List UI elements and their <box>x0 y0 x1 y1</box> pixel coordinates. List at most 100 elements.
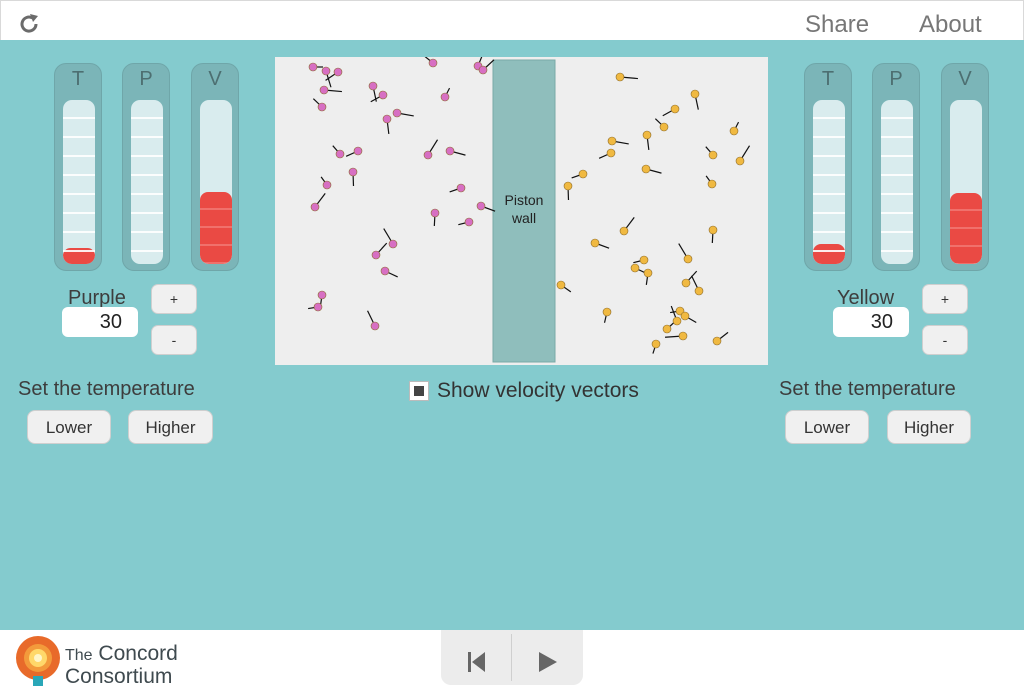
yellow-molecule <box>563 181 573 191</box>
yellow-molecule <box>662 324 672 334</box>
yellow-molecule <box>630 263 640 273</box>
yellow-molecule <box>735 156 745 166</box>
yellow-molecule <box>681 278 691 288</box>
share-link[interactable]: Share <box>805 11 869 39</box>
logo-text-line3: Consortium <box>65 665 173 688</box>
yellow-molecule <box>678 331 688 341</box>
purple-molecule <box>348 167 358 177</box>
piston-label-line2: wall <box>511 210 536 226</box>
purple-molecule <box>382 114 392 124</box>
gauge-label: V <box>208 68 222 90</box>
yellow-molecule <box>602 307 612 317</box>
purple-molecule <box>388 239 398 249</box>
yellow-molecule <box>690 89 700 99</box>
yellow-molecule <box>641 164 651 174</box>
yellow-molecule <box>708 150 718 160</box>
gauge-label: V <box>958 68 972 90</box>
yellow-molecule <box>606 148 616 158</box>
left-temperature-gauge: T <box>54 63 102 271</box>
purple-molecule <box>476 201 486 211</box>
yellow-molecule <box>643 268 653 278</box>
right-pressure-gauge: P <box>872 63 920 271</box>
gauge-label: P <box>889 68 903 90</box>
yellow-molecule <box>694 286 704 296</box>
velocity-vectors-label: Show velocity vectors <box>437 379 639 402</box>
purple-molecule <box>317 290 327 300</box>
left-pressure-gauge: P <box>122 63 170 271</box>
yellow-molecule <box>680 311 690 321</box>
purple-molecule <box>335 149 345 159</box>
velocity-vectors-checkbox[interactable] <box>409 381 429 401</box>
simulation-canvas: Piston wall <box>275 54 768 365</box>
yellow-molecule <box>615 72 625 82</box>
yellow-molecule <box>578 169 588 179</box>
purple-minus-button[interactable]: - <box>151 325 197 355</box>
gauge-fill <box>950 193 982 264</box>
purple-molecule <box>478 65 488 75</box>
yellow-molecule <box>712 336 722 346</box>
yellow-molecule <box>590 238 600 248</box>
play-button[interactable] <box>512 630 582 685</box>
left-higher-button[interactable]: Higher <box>128 410 213 444</box>
molecules-layer: Piston wall <box>308 54 751 363</box>
right-higher-button[interactable]: Higher <box>887 410 971 444</box>
yellow-molecule <box>672 316 682 326</box>
purple-molecule <box>368 81 378 91</box>
right-temperature-gauge: T <box>804 63 852 271</box>
purple-molecule <box>322 180 332 190</box>
yellow-molecule <box>642 130 652 140</box>
logo-text-line1: The <box>65 647 93 664</box>
purple-molecule <box>464 217 474 227</box>
about-link[interactable]: About <box>919 11 982 39</box>
purple-molecule <box>378 90 388 100</box>
purple-molecule <box>445 146 455 156</box>
purple-count-field[interactable]: 30 <box>62 307 138 337</box>
reset-button[interactable] <box>441 630 511 685</box>
yellow-minus-button[interactable]: - <box>922 325 968 355</box>
right-lower-button[interactable]: Lower <box>785 410 869 444</box>
purple-molecule <box>333 67 343 77</box>
gauge-label: T <box>821 68 835 90</box>
yellow-molecule <box>670 104 680 114</box>
purple-molecule <box>317 102 327 112</box>
yellow-plus-button[interactable]: + <box>922 284 968 314</box>
purple-molecule <box>313 302 323 312</box>
gauge-label: T <box>71 68 85 90</box>
purple-molecule <box>371 250 381 260</box>
yellow-molecule <box>651 339 661 349</box>
concord-logo-icon <box>16 636 60 686</box>
piston-label-line1: Piston <box>505 192 544 208</box>
purple-plus-button[interactable]: + <box>151 284 197 314</box>
yellow-molecule <box>707 179 717 189</box>
top-bar: Share About <box>0 0 1024 40</box>
yellow-molecule <box>639 255 649 265</box>
right-set-temperature-title: Set the temperature <box>779 378 956 400</box>
yellow-molecule <box>659 122 669 132</box>
yellow-molecule <box>683 254 693 264</box>
purple-molecule <box>319 85 329 95</box>
yellow-molecule <box>556 280 566 290</box>
yellow-molecule <box>729 126 739 136</box>
purple-molecule <box>456 183 466 193</box>
playback-controls <box>441 630 583 685</box>
purple-molecule <box>423 150 433 160</box>
purple-molecule <box>308 62 318 72</box>
purple-molecule <box>321 66 331 76</box>
purple-molecule <box>380 266 390 276</box>
gauge-fill <box>200 191 232 264</box>
left-lower-button[interactable]: Lower <box>27 410 111 444</box>
gauge-label: P <box>139 68 153 90</box>
purple-molecule <box>428 58 438 68</box>
left-set-temperature-title: Set the temperature <box>18 378 195 400</box>
yellow-molecule <box>708 225 718 235</box>
purple-molecule <box>440 92 450 102</box>
purple-molecule <box>370 321 380 331</box>
purple-molecule <box>310 202 320 212</box>
yellow-molecule <box>607 136 617 146</box>
yellow-count-field[interactable]: 30 <box>833 307 909 337</box>
purple-molecule <box>353 146 363 156</box>
purple-molecule <box>392 108 402 118</box>
concord-logo-text: The Concord Consortium <box>65 643 178 687</box>
play-icon <box>539 652 557 672</box>
reload-icon[interactable] <box>17 12 41 36</box>
